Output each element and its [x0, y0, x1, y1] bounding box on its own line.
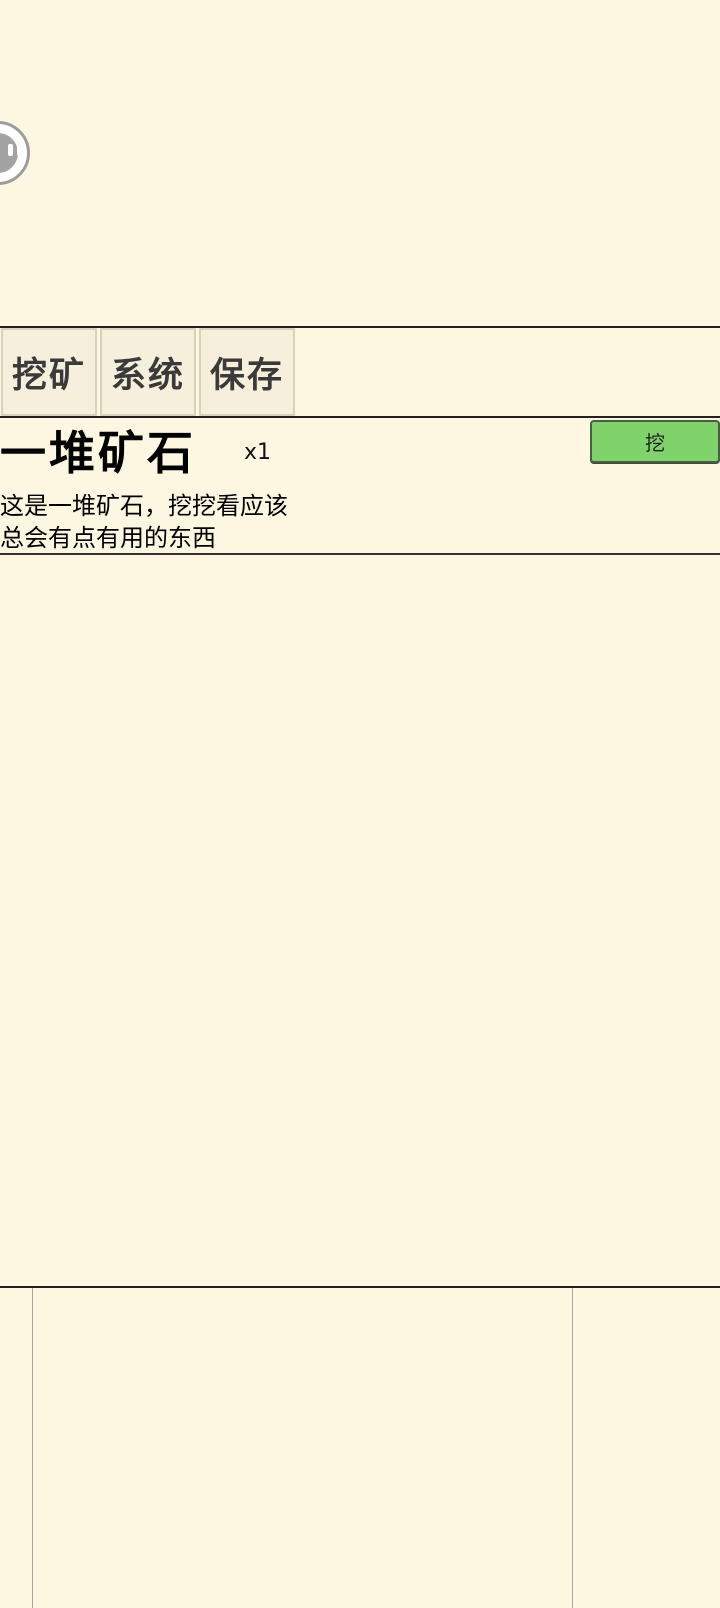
bottom-panel-left-column [0, 1288, 33, 1608]
tab-mining[interactable]: 挖矿 [1, 328, 97, 416]
item-count: x1 [244, 440, 272, 465]
assistant-eye-icon [17, 144, 22, 156]
dig-button[interactable]: 挖 [590, 420, 720, 463]
bottom-panel-right-column [573, 1288, 720, 1608]
item-description: 这是一堆矿石，挖挖看应该总会有点有用的东西 [0, 492, 288, 552]
bottom-panel-center-column [33, 1288, 573, 1608]
tab-bar: 挖矿 系统 保存 [0, 326, 720, 418]
tab-system[interactable]: 系统 [100, 328, 196, 416]
assistant-eye-icon [8, 144, 13, 156]
bottom-panel [0, 1286, 720, 1608]
tab-save[interactable]: 保存 [199, 328, 295, 416]
item-name: 一堆矿石 [0, 426, 196, 480]
floating-assistant-button[interactable] [0, 121, 30, 185]
